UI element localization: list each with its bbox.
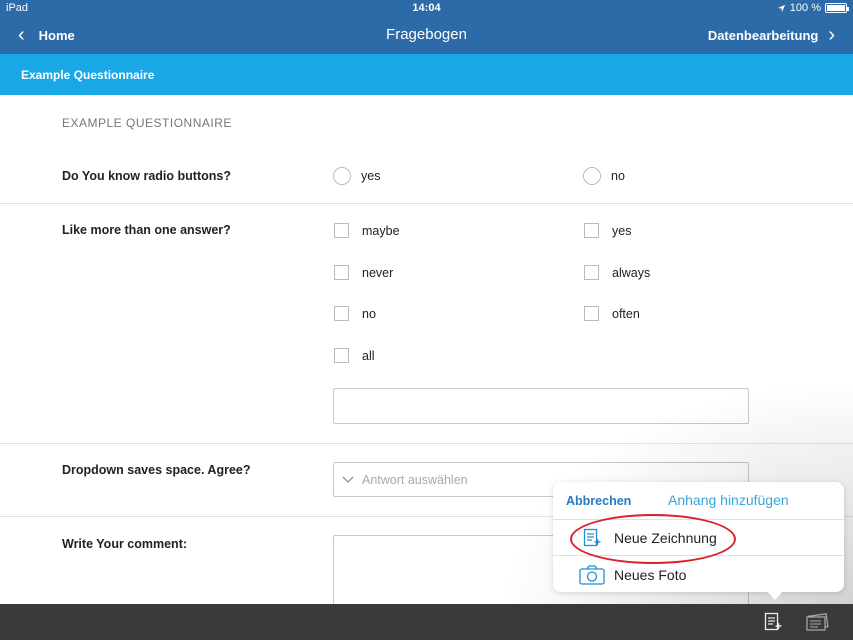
option-label: no bbox=[611, 169, 625, 183]
popover-title: Anhang hinzufügen bbox=[668, 492, 789, 508]
checkbox[interactable] bbox=[584, 265, 599, 280]
divider bbox=[0, 203, 853, 204]
checkbox-option-all[interactable]: all bbox=[334, 348, 375, 363]
checkbox-option-no[interactable]: no bbox=[334, 306, 376, 321]
item-label: Neues Foto bbox=[614, 567, 687, 583]
location-arrow-icon bbox=[777, 4, 785, 12]
popover-arrow bbox=[766, 590, 784, 600]
radio-button[interactable] bbox=[333, 167, 351, 185]
option-label: always bbox=[612, 265, 651, 280]
radio-option-no[interactable]: no bbox=[583, 167, 625, 185]
question-radio-label: Do You know radio buttons? bbox=[62, 169, 231, 183]
chevron-down-icon bbox=[342, 473, 354, 487]
status-right: 100 % bbox=[777, 2, 849, 14]
battery-icon bbox=[825, 3, 849, 13]
question-checkbox-label: Like more than one answer? bbox=[62, 223, 231, 237]
checkbox[interactable] bbox=[334, 265, 349, 280]
divider bbox=[0, 443, 853, 444]
cards-icon bbox=[805, 613, 831, 636]
option-label: never bbox=[362, 265, 394, 280]
section-header: Example Questionnaire bbox=[0, 54, 853, 95]
option-label: no bbox=[362, 306, 376, 321]
checkbox[interactable] bbox=[584, 306, 599, 321]
attachment-icon bbox=[764, 612, 782, 636]
question-dropdown-label: Dropdown saves space. Agree? bbox=[62, 463, 251, 477]
chevron-right-icon: › bbox=[828, 24, 835, 46]
bottom-toolbar bbox=[0, 604, 853, 640]
new-drawing-item[interactable]: Neue Zeichnung bbox=[578, 528, 717, 548]
checkbox-option-yes[interactable]: yes bbox=[584, 223, 631, 238]
checkbox[interactable] bbox=[334, 223, 349, 238]
option-label: all bbox=[362, 348, 375, 363]
clock: 14:04 bbox=[412, 2, 441, 14]
cancel-button[interactable]: Abbrechen bbox=[566, 494, 631, 508]
attachment-button[interactable] bbox=[764, 612, 782, 637]
checkbox-option-never[interactable]: never bbox=[334, 265, 393, 280]
option-label: yes bbox=[612, 223, 632, 238]
option-label: maybe bbox=[362, 223, 400, 238]
checkbox[interactable] bbox=[584, 223, 599, 238]
checkbox-option-maybe[interactable]: maybe bbox=[334, 223, 400, 238]
new-drawing-icon bbox=[578, 528, 606, 548]
battery-percent: 100 % bbox=[789, 2, 821, 14]
checkbox[interactable] bbox=[334, 348, 349, 363]
dropdown-placeholder: Antwort auswählen bbox=[362, 472, 468, 487]
item-label: Neue Zeichnung bbox=[614, 530, 717, 546]
radio-option-yes[interactable]: yes bbox=[333, 167, 380, 185]
new-photo-item[interactable]: Neues Foto bbox=[578, 565, 686, 585]
questionnaire-title: EXAMPLE QUESTIONNAIRE bbox=[62, 116, 232, 130]
cards-button[interactable] bbox=[805, 612, 831, 637]
question-comment-label: Write Your comment: bbox=[62, 537, 188, 551]
navigation-bar: ‹ Home Fragebogen Datenbearbeitung › bbox=[0, 18, 853, 54]
checkbox-option-often[interactable]: often bbox=[584, 306, 640, 321]
option-label: often bbox=[612, 306, 640, 321]
divider bbox=[553, 519, 844, 520]
status-bar: iPad 14:04 100 % bbox=[0, 0, 853, 18]
camera-icon bbox=[578, 565, 606, 585]
forward-label: Datenbearbeitung bbox=[707, 27, 819, 43]
divider bbox=[553, 555, 844, 556]
option-label: yes bbox=[361, 169, 381, 183]
attachment-popover: Abbrechen Anhang hinzufügen Neue Zeichnu… bbox=[553, 482, 844, 592]
checkbox-option-always[interactable]: always bbox=[584, 265, 650, 280]
radio-button[interactable] bbox=[583, 167, 601, 185]
other-answer-input[interactable] bbox=[333, 388, 749, 424]
checkbox[interactable] bbox=[334, 306, 349, 321]
datenbearbeitung-button[interactable]: Datenbearbeitung › bbox=[707, 24, 835, 46]
battery-fill bbox=[827, 5, 845, 11]
